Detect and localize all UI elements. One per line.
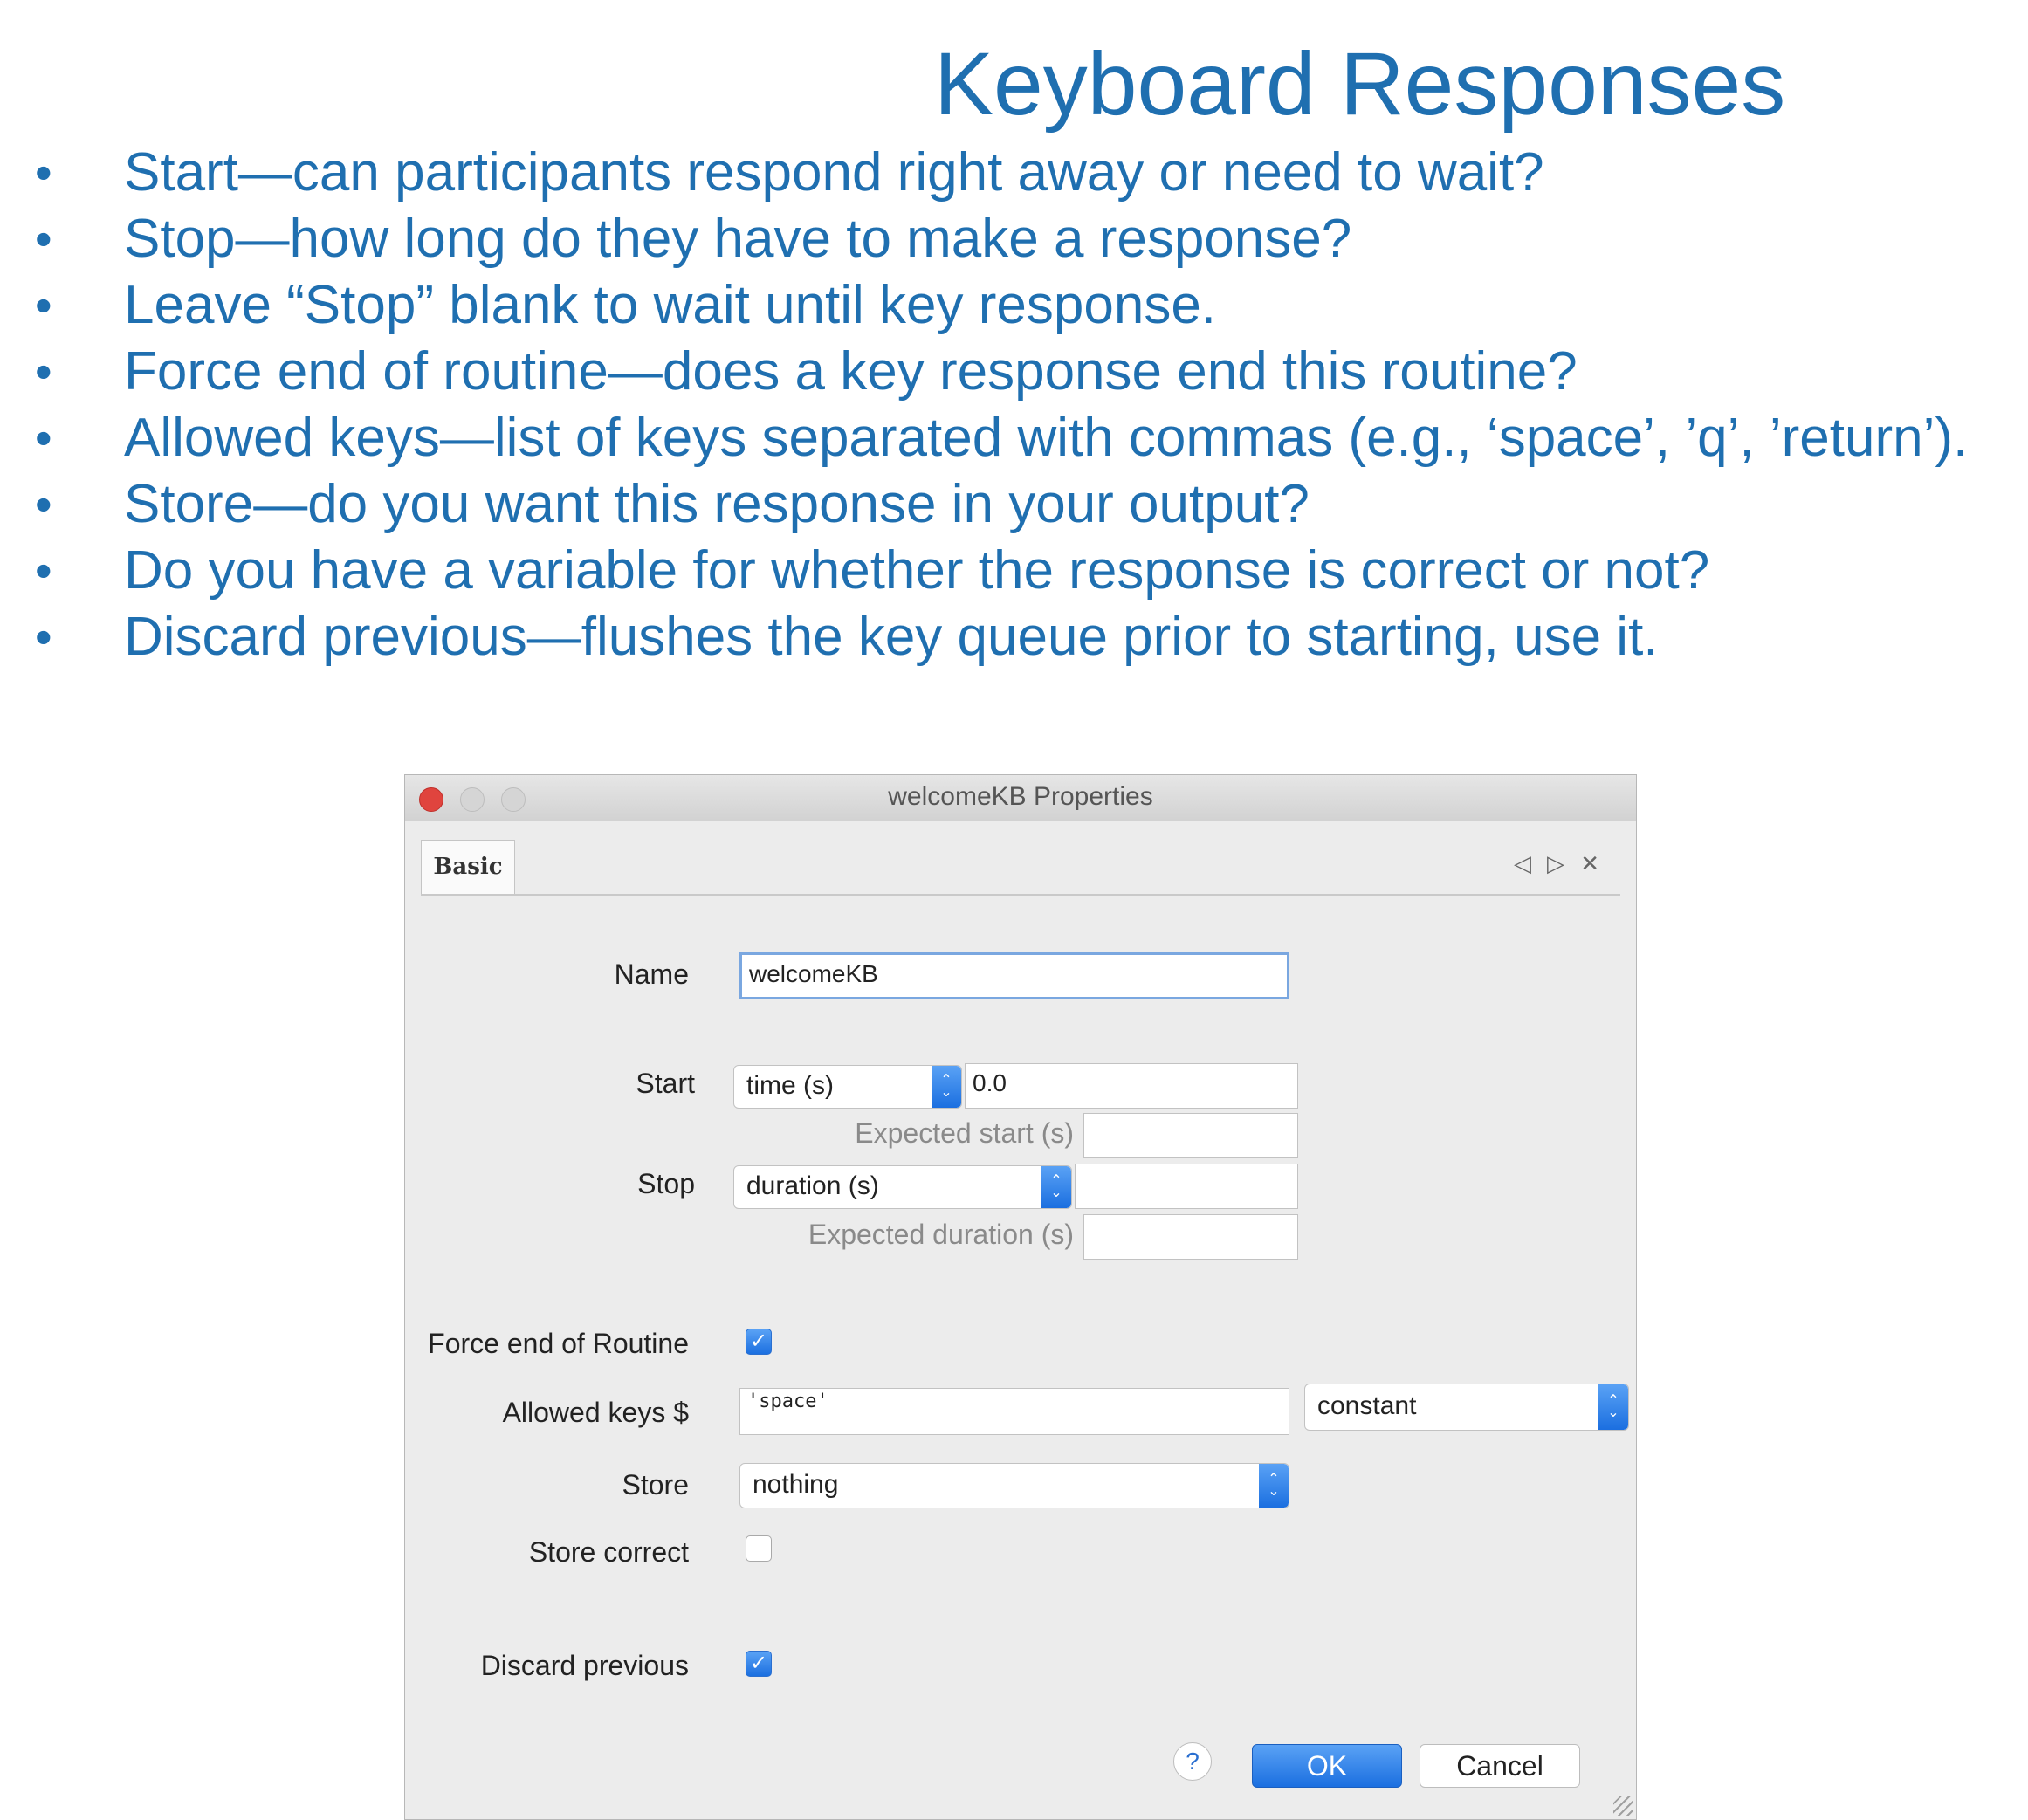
start-type-value: time (s) [746, 1071, 834, 1100]
store-correct-label: Store correct [528, 1536, 689, 1568]
expected-duration-input[interactable] [1083, 1214, 1298, 1260]
resize-grip-icon[interactable] [1613, 1796, 1633, 1816]
bullet-item: • Leave “Stop” blank to wait until key re… [35, 272, 2017, 339]
bullet-icon: • [35, 278, 52, 333]
title-bar[interactable]: welcomeKB Properties [405, 775, 1636, 821]
allowed-keys-mode-value: constant [1317, 1391, 1417, 1420]
tab-strip: Basic ◁ ▷ ✕ [421, 840, 1620, 896]
bullet-icon: • [35, 410, 52, 465]
stop-type-value: duration (s) [746, 1171, 879, 1200]
bullet-item: • Allowed keys—list of keys separated wit… [35, 405, 2017, 471]
name-input[interactable]: welcomeKB [739, 952, 1289, 999]
allowed-keys-label: Allowed keys $ [502, 1397, 689, 1428]
bullet-icon: • [35, 477, 52, 532]
allowed-keys-mode-stepper-icon: ⌃ ⌄ [1598, 1384, 1628, 1430]
bullet-text: Leave “Stop” blank to wait until key res… [124, 275, 1217, 335]
window-title: welcomeKB Properties [888, 782, 1153, 811]
cancel-button[interactable]: Cancel [1420, 1744, 1580, 1788]
bullet-text: Start—can participants respond right awa… [124, 142, 1544, 203]
bullet-item: • Stop—how long do they have to make a re… [35, 206, 2017, 272]
properties-dialog: welcomeKB Properties Basic ◁ ▷ ✕ Name we… [404, 774, 1637, 1820]
tab-basic[interactable]: Basic [421, 840, 515, 894]
bullet-text: Stop—how long do they have to make a res… [124, 209, 1352, 269]
help-button[interactable]: ? [1173, 1742, 1212, 1781]
ok-button[interactable]: OK [1252, 1744, 1402, 1788]
bullet-item: • Discard previous—flushes the key queue … [35, 604, 2017, 670]
bullet-icon: • [35, 145, 52, 200]
store-stepper-icon: ⌃ ⌄ [1259, 1464, 1289, 1508]
expected-start-input[interactable] [1083, 1113, 1298, 1158]
tab-prev-icon[interactable]: ◁ [1514, 850, 1531, 877]
bullet-text: Force end of routine—does a key response… [124, 341, 1578, 402]
store-label: Store [622, 1469, 689, 1501]
stop-type-select[interactable]: duration (s) ⌃ ⌄ [733, 1165, 1072, 1209]
store-select[interactable]: nothing ⌃ ⌄ [739, 1463, 1289, 1508]
bullet-icon: • [35, 543, 52, 598]
bullet-text: Store—do you want this response in your … [124, 474, 1310, 534]
bullet-text: Allowed keys—list of keys separated with… [124, 408, 1969, 468]
discard-previous-label: Discard previous [480, 1650, 689, 1681]
start-type-select[interactable]: time (s) ⌃ ⌄ [733, 1065, 962, 1109]
slide-title: Keyboard Responses [934, 34, 1786, 134]
discard-previous-checkbox[interactable]: ✓ [746, 1651, 772, 1677]
store-value: nothing [753, 1470, 839, 1499]
start-value-input[interactable]: 0.0 [965, 1063, 1298, 1109]
bullet-item: • Store—do you want this response in your… [35, 471, 2017, 538]
bullet-item: • Force end of routine—does a key respons… [35, 339, 2017, 405]
bullet-icon: • [35, 609, 52, 664]
stop-label: Stop [637, 1168, 695, 1199]
stop-type-stepper-icon: ⌃ ⌄ [1041, 1166, 1071, 1208]
bullet-list: • Start—can participants respond right aw… [35, 140, 2017, 670]
bullet-item: • Do you have a variable for whether the … [35, 538, 2017, 604]
expected-duration-label: Expected duration (s) [808, 1219, 1074, 1250]
force-end-checkbox[interactable]: ✓ [746, 1329, 772, 1355]
name-label: Name [614, 958, 689, 990]
allowed-keys-mode-select[interactable]: constant ⌃ ⌄ [1304, 1384, 1629, 1431]
stop-value-input[interactable] [1075, 1164, 1298, 1209]
tab-next-icon[interactable]: ▷ [1547, 850, 1564, 877]
store-correct-checkbox[interactable] [746, 1535, 772, 1562]
bullet-text: Do you have a variable for whether the r… [124, 540, 1710, 601]
force-end-label: Force end of Routine [428, 1328, 689, 1359]
bullet-icon: • [35, 344, 52, 399]
tab-close-icon[interactable]: ✕ [1580, 850, 1599, 877]
allowed-keys-input[interactable]: 'space' [739, 1388, 1289, 1435]
expected-start-label: Expected start (s) [855, 1117, 1074, 1149]
bullet-icon: • [35, 211, 52, 266]
start-label: Start [636, 1068, 695, 1099]
start-type-stepper-icon: ⌃ ⌄ [932, 1066, 961, 1108]
bullet-item: • Start—can participants respond right aw… [35, 140, 2017, 206]
bullet-text: Discard previous—flushes the key queue p… [124, 607, 1659, 667]
